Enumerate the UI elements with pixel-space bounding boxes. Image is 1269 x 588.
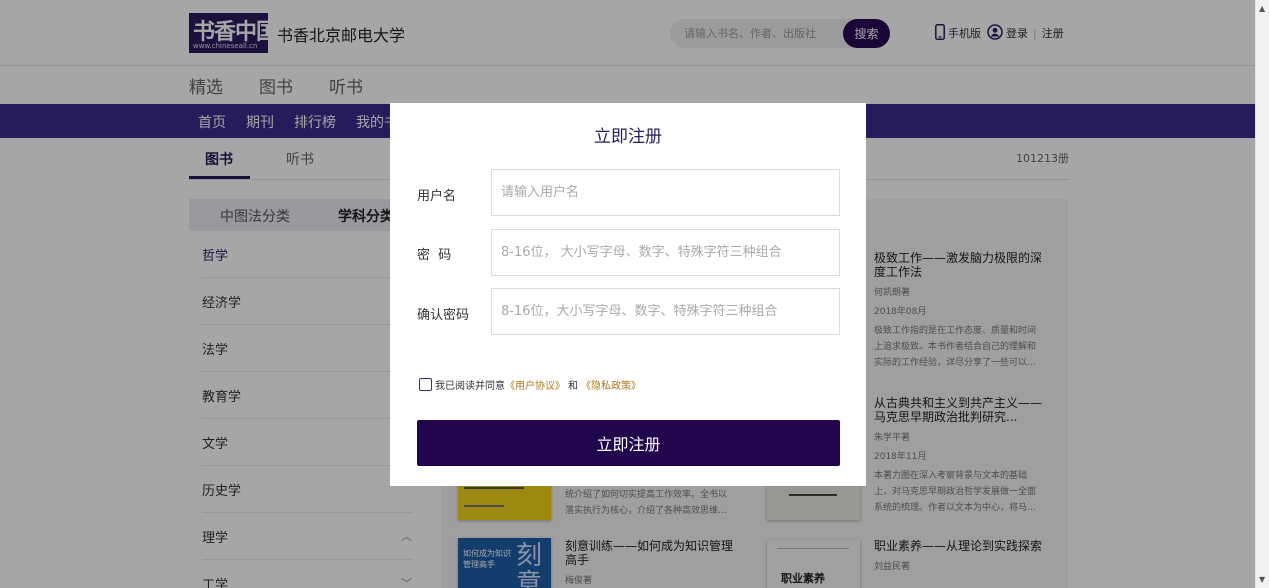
agree-text: 我已阅读并同意 — [435, 381, 505, 392]
scroll-up-icon[interactable]: ▲ — [1259, 4, 1265, 13]
page: 书香中国 www.chineseall.cn 书香北京邮电大学 搜索 手机版 登… — [0, 0, 1255, 588]
privacy-policy-link[interactable]: 《隐私政策》 — [581, 377, 641, 392]
modal-title: 立即注册 — [594, 127, 662, 147]
page-scrollbar[interactable]: ▲ ▼ — [1255, 0, 1269, 588]
user-agreement-link[interactable]: 《用户协议》 — [505, 377, 565, 392]
password-label: 密 码 — [417, 248, 452, 263]
confirm-password-input[interactable] — [491, 288, 840, 335]
username-label: 用户名 — [417, 189, 457, 204]
scroll-down-icon[interactable]: ▼ — [1259, 575, 1265, 584]
register-modal: 立即注册 用户名 密 码 确认密码 我已阅读并同意 《用户协议》 和 《隐私政策… — [390, 103, 866, 486]
agreement-row: 我已阅读并同意 《用户协议》 和 《隐私政策》 — [419, 377, 641, 392]
password-input[interactable] — [491, 229, 840, 276]
agree-and-text: 和 — [568, 381, 578, 392]
username-input[interactable] — [491, 169, 840, 216]
register-submit-button[interactable]: 立即注册 — [417, 420, 840, 466]
confirm-password-label: 确认密码 — [417, 308, 470, 323]
agree-checkbox[interactable] — [419, 378, 432, 391]
